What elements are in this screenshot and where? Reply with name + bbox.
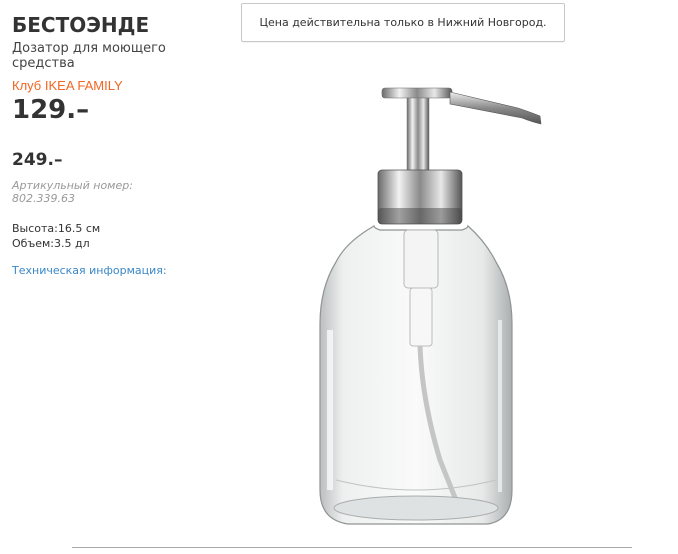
product-info: БЕСТОЭНДЕ Дозатор для моющего средства К… bbox=[12, 12, 182, 278]
spec-height: Высота:16.5 см bbox=[12, 221, 182, 236]
product-title: БЕСТОЭНДЕ bbox=[12, 13, 150, 37]
article-label: Артикульный номер: bbox=[12, 179, 133, 192]
spec-volume-value: 3.5 дл bbox=[54, 237, 90, 250]
article-value: 802.339.63 bbox=[12, 192, 75, 205]
family-club-label: Клуб IKEA FAMILY bbox=[12, 78, 123, 93]
spec-volume: Объем:3.5 дл bbox=[12, 236, 182, 251]
spec-volume-label: Объем: bbox=[12, 237, 54, 250]
product-image bbox=[300, 80, 560, 540]
product-specs: Высота:16.5 см Объем:3.5 дл bbox=[12, 221, 182, 251]
family-price: 129.– bbox=[12, 95, 90, 125]
regular-price: 249.– bbox=[12, 150, 63, 170]
divider bbox=[72, 547, 632, 548]
product-description: Дозатор для моющего средства bbox=[12, 41, 166, 71]
spec-height-label: Высота: bbox=[12, 222, 58, 235]
price-notice: Цена действительна только в Нижний Новго… bbox=[241, 3, 565, 42]
soap-dispenser-image bbox=[319, 87, 542, 525]
article-number: Артикульный номер: 802.339.63 bbox=[12, 179, 182, 205]
tech-info-link[interactable]: Техническая информация: bbox=[12, 264, 182, 278]
spec-height-value: 16.5 см bbox=[57, 222, 101, 235]
